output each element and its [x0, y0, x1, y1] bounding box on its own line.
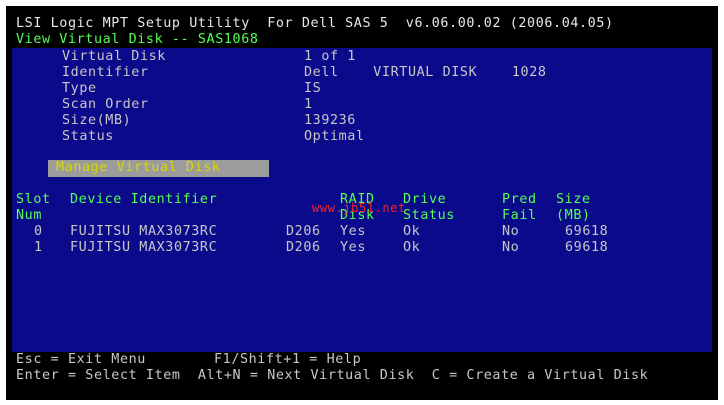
- scan-order-value: 1: [304, 97, 313, 112]
- fail-header: Fail: [502, 208, 537, 223]
- row-1-pred-fail: No: [502, 240, 520, 255]
- row-1-slot: 1: [34, 240, 43, 255]
- row-1-size: 69618: [565, 240, 609, 255]
- row-0-drive-status: Ok: [403, 224, 421, 239]
- type-label: Type: [62, 81, 97, 96]
- type-value: IS: [304, 81, 322, 96]
- virtual-disk-value: 1 of 1: [304, 49, 356, 64]
- drive-header: Drive: [403, 192, 447, 207]
- row-0-slot: 0: [34, 224, 43, 239]
- row-1-raid: Yes: [340, 240, 366, 255]
- manage-virtual-disk-item[interactable]: Manage Virtual Disk: [48, 160, 269, 177]
- scan-order-label: Scan Order: [62, 97, 149, 112]
- row-0-rev: D206: [286, 224, 321, 239]
- size-header: Size: [556, 192, 591, 207]
- size-label: Size(MB): [62, 113, 132, 128]
- status-value: Optimal: [304, 129, 365, 144]
- slot-header: Slot: [16, 192, 51, 207]
- identifier-label: Identifier: [62, 65, 149, 80]
- row-1-rev: D206: [286, 240, 321, 255]
- exit-menu-hint: Esc = Exit Menu: [16, 352, 146, 367]
- key-commands-hint: Enter = Select Item Alt+N = Next Virtual…: [16, 368, 649, 383]
- identifier-value: Dell VIRTUAL DISK 1028: [304, 65, 547, 80]
- bios-screen: LSI Logic MPT Setup Utility For Dell SAS…: [6, 6, 718, 400]
- device-identifier-header: Device Identifier: [70, 192, 218, 207]
- drive-status-header: Status: [403, 208, 455, 223]
- row-1-device[interactable]: FUJITSU MAX3073RC: [70, 240, 217, 256]
- row-0-raid: Yes: [340, 224, 366, 239]
- row-1-drive-status: Ok: [403, 240, 421, 255]
- status-label: Status: [62, 129, 114, 144]
- screen-subtitle: View Virtual Disk -- SAS1068: [16, 32, 259, 47]
- utility-title: LSI Logic MPT Setup Utility For Dell SAS…: [16, 16, 614, 31]
- help-hint: F1/Shift+1 = Help: [214, 352, 362, 367]
- row-0-device[interactable]: FUJITSU MAX3073RC: [70, 224, 217, 240]
- num-header: Num: [16, 208, 42, 223]
- watermark-text: www.jb51.net: [312, 201, 406, 215]
- pred-header: Pred: [502, 192, 537, 207]
- row-0-pred-fail: No: [502, 224, 520, 239]
- size-value: 139236: [304, 113, 356, 128]
- virtual-disk-label: Virtual Disk: [62, 49, 166, 64]
- row-0-size: 69618: [565, 224, 609, 239]
- size-unit-header: (MB): [556, 208, 591, 223]
